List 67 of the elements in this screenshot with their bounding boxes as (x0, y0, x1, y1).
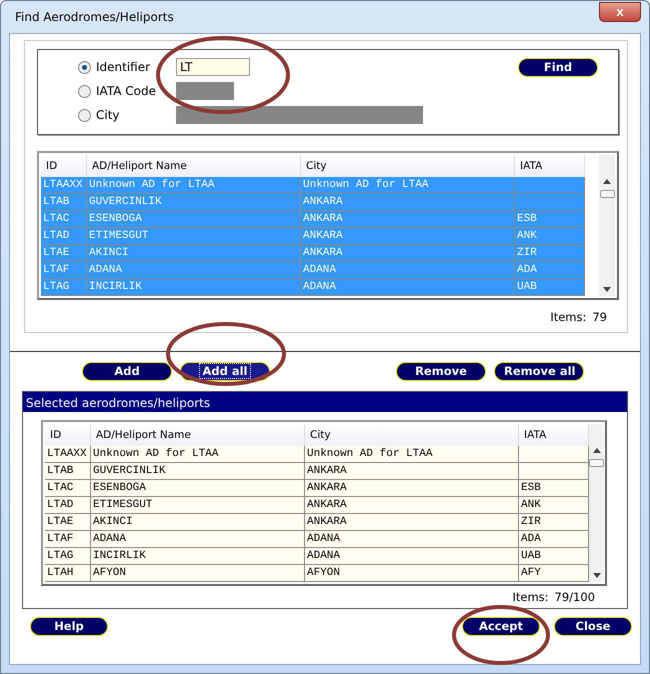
table-cell[interactable]: ETIMESGUT (91, 497, 305, 514)
table-cell[interactable] (519, 446, 589, 463)
action-button[interactable]: Remove all (494, 362, 584, 381)
column-header[interactable]: ID (45, 424, 91, 446)
table-cell[interactable]: LTAB (45, 463, 91, 480)
table-cell[interactable]: LTAD (45, 497, 91, 514)
table-cell[interactable]: UAB (519, 548, 589, 565)
table-cell[interactable]: LTAC (45, 480, 91, 497)
table-cell[interactable] (515, 177, 585, 194)
column-header[interactable]: City (305, 424, 519, 446)
column-header[interactable]: IATA (515, 155, 585, 177)
items-count: 79 (592, 310, 607, 324)
table-cell[interactable]: LTAAXX (45, 446, 91, 463)
up-arrow-icon[interactable] (592, 448, 600, 453)
radio-label[interactable]: Identifier (96, 60, 176, 74)
items-label: Items: (550, 310, 586, 324)
down-arrow-icon[interactable] (603, 287, 611, 292)
table-cell[interactable]: ANK (519, 497, 589, 514)
table-cell[interactable]: ADA (519, 531, 589, 548)
column-header[interactable]: AD/Heliport Name (87, 155, 301, 177)
items-label: Items: (512, 590, 549, 604)
table-cell[interactable]: ANKARA (305, 480, 519, 497)
table-cell[interactable]: LTAE (45, 514, 91, 531)
table-cell[interactable]: ZIR (519, 514, 589, 531)
items-count: 79/100 (554, 590, 595, 604)
window-title: Find Aerodromes/Heliports (14, 10, 174, 24)
accept-button[interactable]: Accept (462, 617, 540, 636)
table-cell[interactable]: ESB (519, 480, 589, 497)
column-header[interactable]: AD/Heliport Name (91, 424, 305, 446)
table-cell[interactable]: ANKARA (305, 514, 519, 531)
table-cell[interactable]: Unknown AD for LTAA (91, 446, 305, 463)
help-button[interactable]: Help (30, 617, 108, 636)
table-cell[interactable]: ESENBOGA (91, 480, 305, 497)
table-cell[interactable]: ADANA (91, 531, 305, 548)
column-header[interactable]: ID (41, 155, 87, 177)
table-cell[interactable]: INCIRLIK (91, 548, 305, 565)
table-cell[interactable]: ANKARA (305, 463, 519, 480)
scroll-thumb[interactable] (589, 459, 604, 467)
table-cell[interactable]: AFYON (91, 565, 305, 582)
table-cell[interactable]: Unknown AD for LTAA (305, 446, 519, 463)
action-button[interactable]: Add all (180, 362, 270, 381)
table-cell[interactable]: GUVERCINLIK (91, 463, 305, 480)
scrollbar[interactable] (589, 424, 604, 582)
table-cell[interactable] (519, 463, 589, 480)
action-button[interactable]: Add (82, 362, 172, 381)
input-field[interactable]: LT (176, 58, 250, 76)
column-header[interactable]: IATA (519, 424, 589, 446)
table-cell[interactable]: AFYON (305, 565, 519, 582)
section-title: Selected aerodromes/heliports (23, 392, 627, 412)
action-button[interactable]: Remove (396, 362, 486, 381)
table-cell[interactable]: AFY (519, 565, 589, 582)
table-cell[interactable] (515, 194, 585, 211)
column-header[interactable]: City (301, 155, 515, 177)
close-button[interactable]: Close (554, 617, 632, 636)
down-arrow-icon[interactable] (592, 573, 600, 578)
table-cell[interactable]: LTAH (45, 565, 91, 582)
table-cell[interactable]: ADANA (305, 531, 519, 548)
scrollbar[interactable] (599, 155, 615, 296)
table-cell[interactable]: LTAF (45, 531, 91, 548)
table-cell[interactable]: ANKARA (305, 497, 519, 514)
table-cell[interactable]: ADANA (305, 548, 519, 565)
scroll-thumb[interactable] (600, 190, 614, 198)
up-arrow-icon[interactable] (603, 179, 611, 184)
table-cell[interactable]: AKINCI (91, 514, 305, 531)
radio-button[interactable] (78, 60, 91, 74)
table-cell[interactable]: LTAG (45, 548, 91, 565)
find-button[interactable]: Find (518, 58, 598, 77)
